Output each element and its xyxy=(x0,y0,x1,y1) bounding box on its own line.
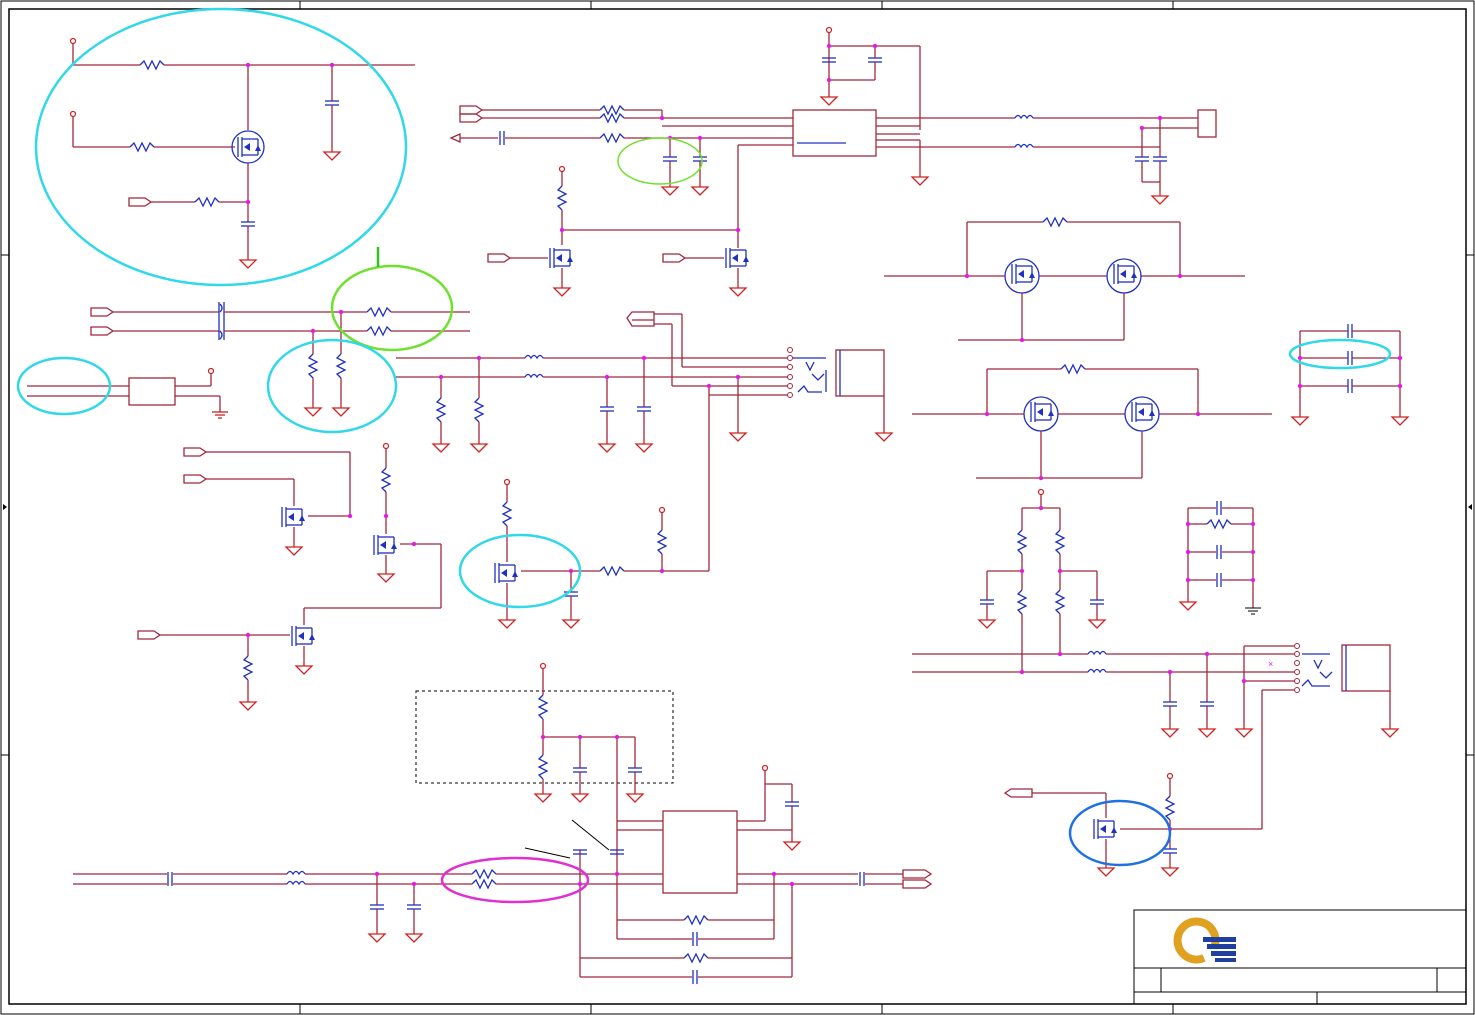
svg-text:×: × xyxy=(1268,659,1273,669)
highlight-annotations xyxy=(16,7,1392,904)
company-logo xyxy=(1173,917,1236,964)
title-block xyxy=(1133,909,1467,1005)
circuit-middle-left xyxy=(27,302,470,419)
circuit-bottom-left xyxy=(73,662,933,985)
circuit-right-fet-pairs xyxy=(884,217,1272,481)
circuit-middle-switches xyxy=(137,383,712,711)
schematic-canvas: × xyxy=(0,0,1475,1015)
circuit-top-center xyxy=(449,26,1217,297)
circuit-bottom-right: × xyxy=(912,488,1399,877)
circuit-middle-audio-jack xyxy=(396,311,893,453)
